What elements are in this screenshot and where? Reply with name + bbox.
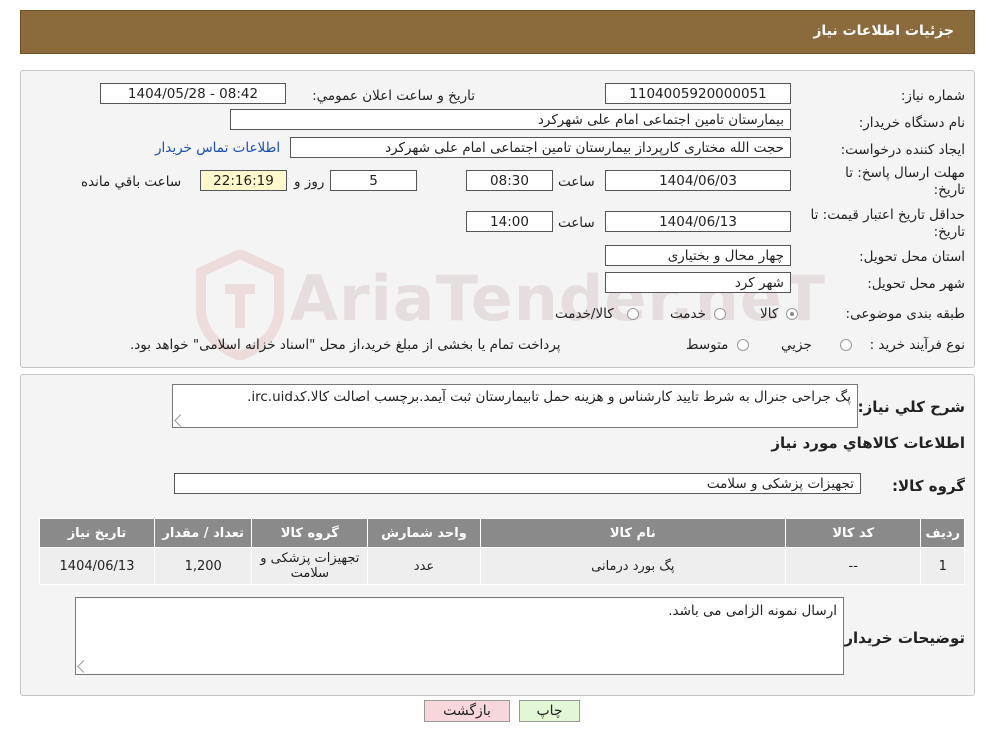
city-field[interactable]: شهر کرد [605,272,791,293]
buyer-org-label: نام دستگاه خريدار: [858,115,965,131]
category-radio-service[interactable] [714,308,726,320]
col-name: نام کالا [479,518,787,548]
deadline-label-2: تاریخ: [933,182,965,198]
process-note: پرداخت تمام يا بخشی از مبلغ خريد،از محل … [130,337,561,353]
validity-time-field[interactable]: 14:00 [466,211,553,232]
page-title: جزئیات اطلاعات نیاز [813,23,954,39]
category-radio-goods[interactable] [786,308,798,320]
validity-date-field[interactable]: 1404/06/13 [605,211,791,232]
goods-group-field[interactable]: تجهیزات پزشکی و سلامت [174,473,861,494]
deadline-time-label: ساعت [558,174,595,190]
page-header: جزئیات اطلاعات نیاز [20,10,975,54]
description-label: شرح کلي نياز: [857,398,965,416]
buyer-notes-textarea[interactable]: ارسال نمونه الزامی می باشد. [75,597,844,675]
cell-name: پگ بورد درمانی [479,547,787,585]
col-group: گروه کالا [251,518,369,548]
announce-date-label: تاریخ و ساعت اعلان عمومي: [312,88,475,104]
category-option-goods: کالا [760,306,779,322]
cell-code: -- [785,547,922,585]
deadline-label: مهلت ارسال پاسخ: تا [845,165,965,181]
buyer-contact-link[interactable]: اطلاعات تماس خريدار [155,140,280,156]
province-field[interactable]: چهار محال و بختیاری [605,245,791,266]
goods-table: رديف کد کالا نام کالا واحد شمارش گروه کا… [39,518,965,585]
description-text: پگ جراحی جنرال به شرط تایید کارشناس و هز… [247,389,851,405]
buyer-notes-label: توضيحات خريدار: [838,629,965,647]
remaining-label: ساعت باقي مانده [81,174,182,190]
category-option-service: خدمت [670,306,706,322]
days-label: روز و [294,174,325,190]
col-date: تاریخ نیاز [39,518,155,548]
validity-time-label: ساعت [558,215,595,231]
deadline-time-field[interactable]: 08:30 [466,170,553,191]
process-radio-minor[interactable] [840,339,852,351]
cell-row: 1 [920,547,965,585]
category-label: طبقه بندی موضوعی: [845,306,965,322]
province-label: استان محل تحويل: [859,249,965,265]
description-textarea[interactable]: پگ جراحی جنرال به شرط تایید کارشناس و هز… [172,384,858,428]
cell-unit: عدد [367,547,481,585]
goods-group-label: گروه کالا: [892,477,965,495]
announce-date-field[interactable]: 1404/05/28 - 08:42 [100,83,286,104]
buyer-org-field[interactable]: بیمارستان تامین اجتماعی امام علی شهرکرد [230,109,791,130]
process-option-medium: متوسط [686,337,729,353]
print-button[interactable]: چاپ [519,700,580,722]
back-button[interactable]: بازگشت [424,700,510,722]
col-code: کد کالا [785,518,922,548]
process-radio-medium[interactable] [737,339,749,351]
city-label: شهر محل تحويل: [867,276,965,292]
creator-field[interactable]: حجت الله مختاری کارپرداز بیمارستان تامین… [290,137,791,158]
cell-group: تجهیزات پزشکی و سلامت [251,547,369,585]
col-unit: واحد شمارش [367,518,481,548]
buyer-notes-text: ارسال نمونه الزامی می باشد. [668,603,837,619]
cell-qty: 1,200 [153,547,253,585]
cell-date: 1404/06/13 [39,547,155,585]
goods-table-header: رديف کد کالا نام کالا واحد شمارش گروه کا… [39,518,965,548]
creator-label: ايجاد کننده درخواست: [840,142,965,158]
process-label: نوع فرآيند خريد : [869,337,965,353]
process-option-minor: جزیي [781,337,812,353]
need-number-field[interactable]: 1104005920000051 [605,83,791,104]
category-radio-goods-service[interactable] [627,308,639,320]
deadline-date-field[interactable]: 1404/06/03 [605,170,791,191]
category-option-goods-service: کالا/خدمت [555,306,614,322]
col-qty: تعداد / مقدار [153,518,253,548]
validity-label-2: تاریخ: [933,224,965,240]
col-row: رديف [920,518,965,548]
table-row: 1 -- پگ بورد درمانی عدد تجهیزات پزشکی و … [39,547,965,585]
validity-label: حداقل تاریخ اعتبار قیمت: تا [810,207,965,223]
remaining-time-field: 22:16:19 [200,170,287,191]
goods-section-title: اطلاعات کالاهاي مورد نياز [771,434,965,452]
resize-handle-icon[interactable] [174,414,187,427]
resize-handle-icon[interactable] [77,660,90,673]
need-number-label: شماره نیاز: [900,88,965,104]
days-field[interactable]: 5 [330,170,417,191]
